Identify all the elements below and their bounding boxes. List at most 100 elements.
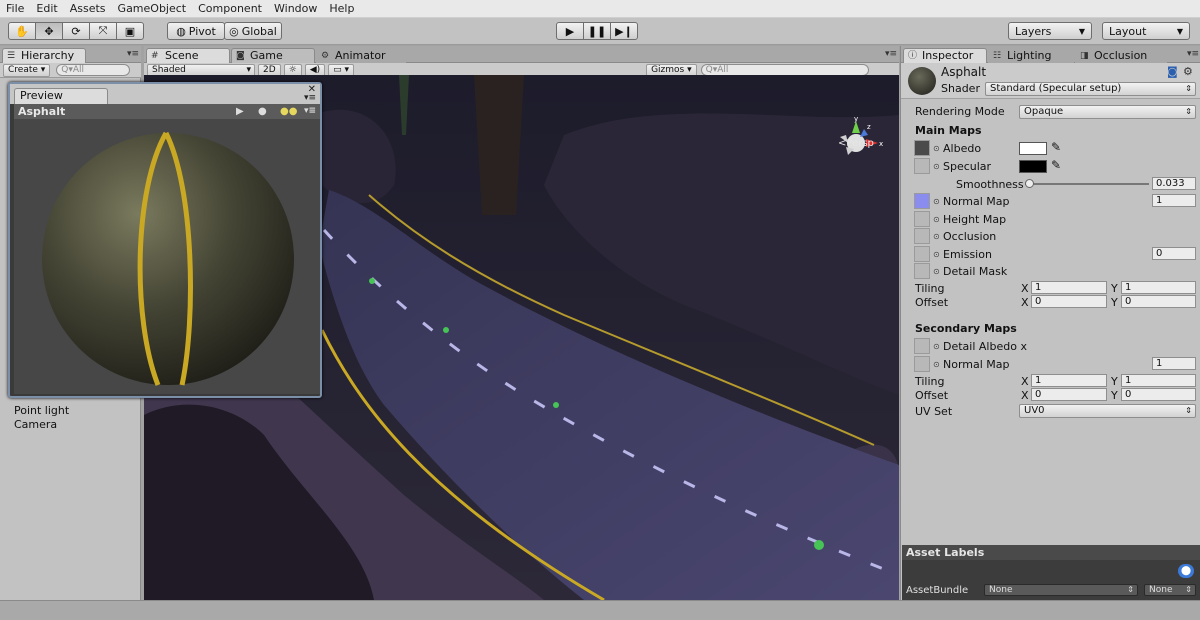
- smoothness-slider-track[interactable]: [1025, 183, 1149, 185]
- emission-field[interactable]: 0: [1152, 247, 1196, 260]
- material-name: Asphalt: [941, 65, 987, 79]
- object-picker-icon[interactable]: ⊙: [933, 250, 940, 259]
- pivot-toggle[interactable]: ◍ Pivot: [167, 22, 225, 40]
- tab-hierarchy[interactable]: ☰ Hierarchy: [2, 48, 86, 63]
- albedo-label: Albedo: [943, 142, 982, 155]
- menu-help[interactable]: Help: [323, 2, 360, 15]
- asset-bundle-variant-dropdown[interactable]: None ⇕: [1144, 584, 1196, 596]
- offset-y-field[interactable]: 0: [1121, 295, 1196, 308]
- orientation-gizmo[interactable]: y x z <Persp: [834, 86, 884, 155]
- secondary-normal-map-scale-field[interactable]: 1: [1152, 357, 1196, 370]
- menu-edit[interactable]: Edit: [30, 2, 63, 15]
- menu-assets[interactable]: Assets: [64, 2, 112, 15]
- hierarchy-item-camera[interactable]: Camera: [14, 418, 57, 431]
- persp-label[interactable]: <Persp: [838, 138, 874, 149]
- layers-dropdown[interactable]: Layers ▼: [1008, 22, 1092, 40]
- secondary-tiling-x-field[interactable]: 1: [1031, 374, 1107, 387]
- object-picker-icon[interactable]: ⊙: [933, 232, 940, 241]
- emission-texture-slot[interactable]: [914, 246, 930, 262]
- panel-menu-icon[interactable]: ▾≡: [885, 49, 897, 59]
- label-tag-icon[interactable]: ⬤: [1178, 564, 1194, 578]
- asset-bundle-dropdown[interactable]: None ⇕: [984, 584, 1138, 596]
- secondary-normal-map-texture-slot[interactable]: [914, 356, 930, 372]
- scale-tool-button[interactable]: ⤧: [89, 22, 117, 40]
- menu-window[interactable]: Window: [268, 2, 323, 15]
- detail-mask-texture-slot[interactable]: [914, 263, 930, 279]
- sun-icon: ☼: [288, 64, 297, 75]
- rect-tool-button[interactable]: ▣: [116, 22, 144, 40]
- rendering-mode-value: Opaque: [1024, 106, 1064, 117]
- eyedropper-icon[interactable]: ✎: [1051, 140, 1061, 154]
- create-button[interactable]: Create ▾: [3, 63, 51, 77]
- object-picker-icon[interactable]: ⊙: [933, 360, 940, 369]
- scene-tabbar: # Scene ◙ Game ⚙ Animator ▾≡: [144, 46, 899, 63]
- occlusion-icon: ◨: [1080, 51, 1089, 61]
- tab-inspector[interactable]: ⓘ Inspector: [903, 48, 987, 63]
- menu-gameobject[interactable]: GameObject: [112, 2, 193, 15]
- albedo-texture-slot[interactable]: [914, 140, 930, 156]
- secondary-maps-heading: Secondary Maps: [915, 322, 1017, 335]
- offset-x-field[interactable]: 0: [1031, 295, 1107, 308]
- albedo-color-swatch[interactable]: [1019, 142, 1047, 155]
- eyedropper-icon[interactable]: ✎: [1051, 158, 1061, 172]
- height-map-texture-slot[interactable]: [914, 211, 930, 227]
- step-button[interactable]: ▶❙: [610, 22, 638, 40]
- secondary-tiling-y-field[interactable]: 1: [1121, 374, 1196, 387]
- tab-preview[interactable]: Preview: [14, 88, 108, 104]
- rotate-tool-button[interactable]: ⟳: [62, 22, 90, 40]
- hierarchy-tabbar: ☰ Hierarchy ▾≡: [0, 46, 141, 63]
- object-picker-icon[interactable]: ⊙: [933, 162, 940, 171]
- rendering-mode-dropdown[interactable]: Opaque ⇕: [1019, 105, 1196, 119]
- hierarchy-subbar: Create ▾ Q▾All: [0, 63, 141, 78]
- preview-menu-icon[interactable]: ▾≡: [304, 104, 316, 119]
- sphere-mesh-icon[interactable]: ●: [258, 104, 267, 119]
- normal-map-scale-field[interactable]: 1: [1152, 194, 1196, 207]
- pivot-label: Pivot: [188, 24, 216, 38]
- specular-color-swatch[interactable]: [1019, 160, 1047, 173]
- occlusion-label: Occlusion: [943, 230, 997, 243]
- panel-menu-icon[interactable]: ▾≡: [304, 93, 316, 103]
- hierarchy-item-point-light[interactable]: Point light: [14, 404, 69, 417]
- object-picker-icon[interactable]: ⊙: [933, 144, 940, 153]
- menu-component[interactable]: Component: [192, 2, 268, 15]
- object-picker-icon[interactable]: ⊙: [933, 215, 940, 224]
- create-label: Create: [8, 64, 38, 75]
- light-icon[interactable]: ●●: [280, 104, 297, 119]
- svg-text:y: y: [854, 115, 858, 123]
- object-picker-icon[interactable]: ⊙: [933, 267, 940, 276]
- help-icon[interactable]: ◙: [1167, 65, 1178, 78]
- detail-albedo-texture-slot[interactable]: [914, 338, 930, 354]
- tab-animator[interactable]: ⚙ Animator: [316, 48, 406, 63]
- panel-menu-icon[interactable]: ▾≡: [127, 49, 139, 59]
- layout-dropdown[interactable]: Layout ▼: [1102, 22, 1190, 40]
- tab-game[interactable]: ◙ Game: [231, 48, 315, 63]
- pause-button[interactable]: ❚❚: [583, 22, 611, 40]
- panel-menu-icon[interactable]: ▾≡: [1187, 49, 1199, 59]
- global-toggle[interactable]: ◎ Global: [224, 22, 282, 40]
- specular-texture-slot[interactable]: [914, 158, 930, 174]
- occlusion-texture-slot[interactable]: [914, 228, 930, 244]
- preview-window[interactable]: Preview ✕ ▾≡ Asphalt ▶ ● ●● ▾≡: [8, 82, 322, 398]
- uv-set-dropdown[interactable]: UV0 ⇕: [1019, 404, 1196, 418]
- secondary-offset-y-field[interactable]: 0: [1121, 388, 1196, 401]
- hand-tool-button[interactable]: ✋: [8, 22, 36, 40]
- secondary-offset-x-field[interactable]: 0: [1031, 388, 1107, 401]
- object-picker-icon[interactable]: ⊙: [933, 342, 940, 351]
- gear-icon[interactable]: ⚙: [1183, 65, 1193, 78]
- play-preview-icon[interactable]: ▶: [236, 104, 244, 119]
- object-picker-icon[interactable]: ⊙: [933, 197, 940, 206]
- tiling-y-field[interactable]: 1: [1121, 281, 1196, 294]
- shader-label: Shader: [941, 82, 980, 95]
- tab-lighting[interactable]: ☷ Lighting: [988, 48, 1074, 63]
- tab-scene[interactable]: # Scene: [146, 48, 230, 63]
- tiling-x-field[interactable]: 1: [1031, 281, 1107, 294]
- tab-occlusion[interactable]: ◨ Occlusion: [1075, 48, 1167, 63]
- smoothness-slider-thumb[interactable]: [1025, 179, 1035, 188]
- normal-map-texture-slot[interactable]: [914, 193, 930, 209]
- play-button[interactable]: ▶: [556, 22, 584, 40]
- smoothness-field[interactable]: 0.033: [1152, 177, 1196, 190]
- menu-file[interactable]: File: [0, 2, 30, 15]
- shader-dropdown[interactable]: Standard (Specular setup) ⇕: [985, 82, 1196, 96]
- move-tool-button[interactable]: ✥: [35, 22, 63, 40]
- hierarchy-search-input[interactable]: Q▾All: [56, 64, 131, 76]
